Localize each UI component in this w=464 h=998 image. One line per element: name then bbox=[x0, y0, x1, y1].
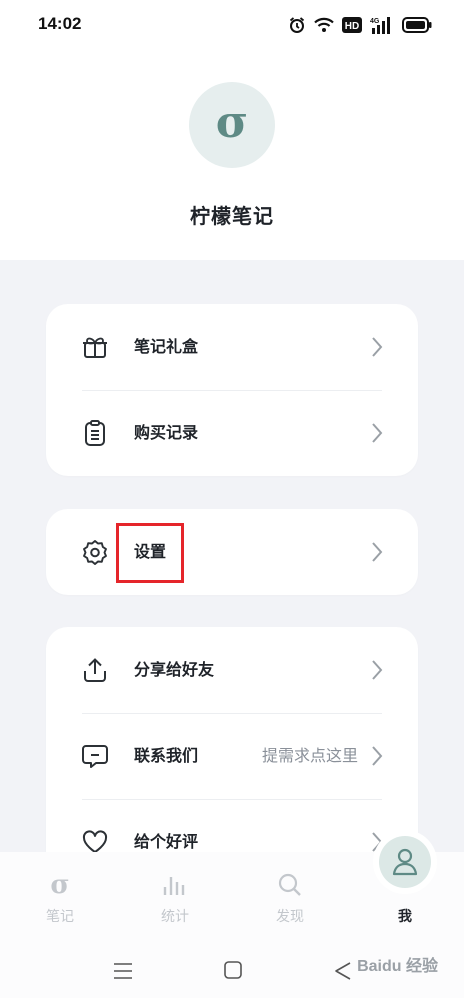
app-name: 柠檬笔记 bbox=[190, 204, 274, 228]
tab-notes[interactable]: σ 笔记 bbox=[2, 852, 118, 942]
share-upload-icon bbox=[80, 655, 110, 685]
profile-header: 14:02 HD 4G σ 柠檬笔记 bbox=[0, 0, 464, 260]
menu-item-purchase-history[interactable]: 购买记录 bbox=[46, 390, 418, 476]
battery-icon bbox=[402, 17, 432, 33]
chevron-right-icon bbox=[370, 540, 384, 564]
tab-label: 发现 bbox=[276, 909, 304, 925]
tab-label: 我 bbox=[398, 909, 412, 925]
status-bar: 14:02 HD 4G bbox=[0, 0, 464, 50]
svg-text:4G: 4G bbox=[370, 18, 380, 25]
menu-item-share[interactable]: 分享给好友 bbox=[46, 627, 418, 713]
wifi-icon bbox=[314, 17, 334, 33]
menu-item-label: 购买记录 bbox=[134, 423, 199, 442]
menu-item-label: 笔记礼盒 bbox=[134, 337, 199, 356]
settings-gear-icon bbox=[80, 537, 110, 567]
message-icon bbox=[80, 741, 110, 771]
gift-box-icon bbox=[80, 332, 110, 362]
menu-item-label: 分享给好友 bbox=[134, 660, 215, 679]
app-logo: σ bbox=[189, 82, 275, 168]
app-logo-glyph: σ bbox=[215, 96, 249, 148]
chevron-right-icon bbox=[370, 658, 384, 682]
menu-card-social: 分享给好友 联系我们 提需求点这里 给个好评 bbox=[46, 627, 418, 887]
clipboard-list-icon bbox=[80, 418, 110, 448]
person-icon bbox=[379, 836, 431, 888]
status-time: 14:02 bbox=[38, 14, 82, 33]
contact-hint: 提需求点这里 bbox=[261, 746, 358, 765]
menu-card-account: 笔记礼盒 购买记录 bbox=[46, 304, 418, 476]
tab-discover[interactable]: 发现 bbox=[232, 852, 348, 942]
menu-item-contact-us[interactable]: 联系我们 提需求点这里 bbox=[46, 713, 418, 799]
tab-stats[interactable]: 统计 bbox=[117, 852, 233, 942]
hd-icon: HD bbox=[342, 17, 362, 33]
alarm-icon bbox=[288, 16, 306, 34]
tab-me-bubble[interactable] bbox=[373, 830, 437, 894]
chevron-right-icon bbox=[370, 744, 384, 768]
notes-sigma-icon: σ bbox=[50, 870, 70, 900]
tab-label: 笔记 bbox=[46, 909, 74, 925]
status-icons: HD 4G bbox=[288, 14, 432, 36]
menu-card-settings: 设置 bbox=[46, 509, 418, 595]
chevron-right-icon bbox=[370, 421, 384, 445]
chevron-right-icon bbox=[370, 335, 384, 359]
home-nav-icon[interactable] bbox=[224, 961, 242, 983]
watermark: Baidu 经验 bbox=[357, 958, 438, 975]
menu-nav-icon[interactable] bbox=[113, 962, 133, 984]
bar-stats-icon bbox=[117, 868, 233, 902]
signal-4g-icon: 4G bbox=[370, 16, 394, 34]
svg-text:HD: HD bbox=[345, 21, 359, 32]
tab-label: 统计 bbox=[161, 909, 189, 925]
menu-item-gift-box[interactable]: 笔记礼盒 bbox=[46, 304, 418, 390]
menu-item-settings[interactable]: 设置 bbox=[46, 509, 418, 595]
back-nav-icon[interactable] bbox=[334, 961, 352, 985]
settings-highlight-box bbox=[116, 523, 184, 583]
search-icon bbox=[232, 868, 348, 902]
menu-item-label: 联系我们 bbox=[134, 746, 199, 765]
